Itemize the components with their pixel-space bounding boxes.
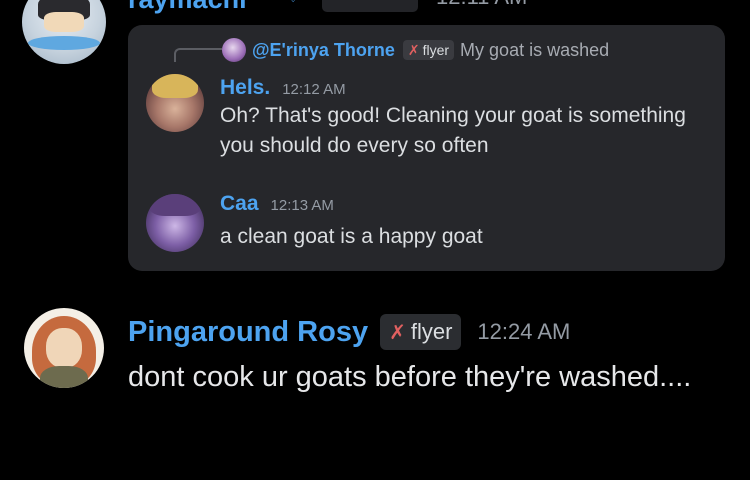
rosy-avatar[interactable]	[24, 308, 104, 388]
avatar-globe-base	[28, 36, 100, 50]
thread-author-name[interactable]: Caa	[220, 192, 259, 216]
thread-message-header: Hels. 12:12 AM	[220, 76, 346, 100]
top-message-time: 12:11 AM	[436, 0, 527, 10]
avatar-face	[44, 12, 84, 32]
avatar-hair	[152, 74, 198, 98]
hels-avatar[interactable]	[146, 74, 204, 132]
crossed-swords-icon: ✗	[389, 321, 406, 344]
message-author-tag[interactable]: ✗ flyer	[380, 314, 462, 350]
top-author-tag[interactable]	[322, 0, 418, 12]
message-text: dont cook ur goats before they're washed…	[128, 361, 692, 393]
message-header: Pingaround Rosy ✗ flyer 12:24 AM	[128, 312, 570, 352]
reply-author-name[interactable]: @E'rinya Thorne	[252, 40, 395, 61]
top-author-name[interactable]: raymachi	[128, 0, 247, 15]
chat-view: raymachi ♡ 12:11 AM @E'rinya Thorne ✗ fl…	[0, 0, 750, 480]
reply-snippet: My goat is washed	[460, 39, 610, 60]
avatar-face	[46, 328, 82, 368]
reply-reference[interactable]: @E'rinya Thorne ✗ flyer My goat is washe…	[222, 37, 609, 63]
avatar-hair	[150, 194, 200, 216]
thread-author-name[interactable]: Hels.	[220, 76, 270, 100]
thread-message-time: 12:13 AM	[270, 197, 334, 214]
thread-message-header: Caa 12:13 AM	[220, 192, 334, 216]
reply-connector-line	[174, 48, 222, 62]
crossed-swords-icon: ✗	[407, 41, 420, 58]
message-time: 12:24 AM	[477, 319, 571, 344]
reply-author-tag[interactable]: ✗ flyer	[402, 40, 455, 60]
reply-tag-label: flyer	[422, 42, 450, 58]
thread-message-text: a clean goat is a happy goat	[220, 225, 483, 248]
thread-message-text: Oh? That's good! Cleaning your goat is s…	[220, 104, 686, 157]
avatar-body	[40, 366, 88, 388]
caa-avatar[interactable]	[146, 194, 204, 252]
thread-message-time: 12:12 AM	[282, 81, 346, 98]
reply-author-avatar	[222, 38, 246, 62]
top-author-avatar[interactable]	[22, 0, 106, 64]
message-author-name[interactable]: Pingaround Rosy	[128, 316, 368, 349]
message-tag-label: flyer	[410, 319, 453, 344]
verified-badge-icon: ♡	[286, 0, 302, 6]
